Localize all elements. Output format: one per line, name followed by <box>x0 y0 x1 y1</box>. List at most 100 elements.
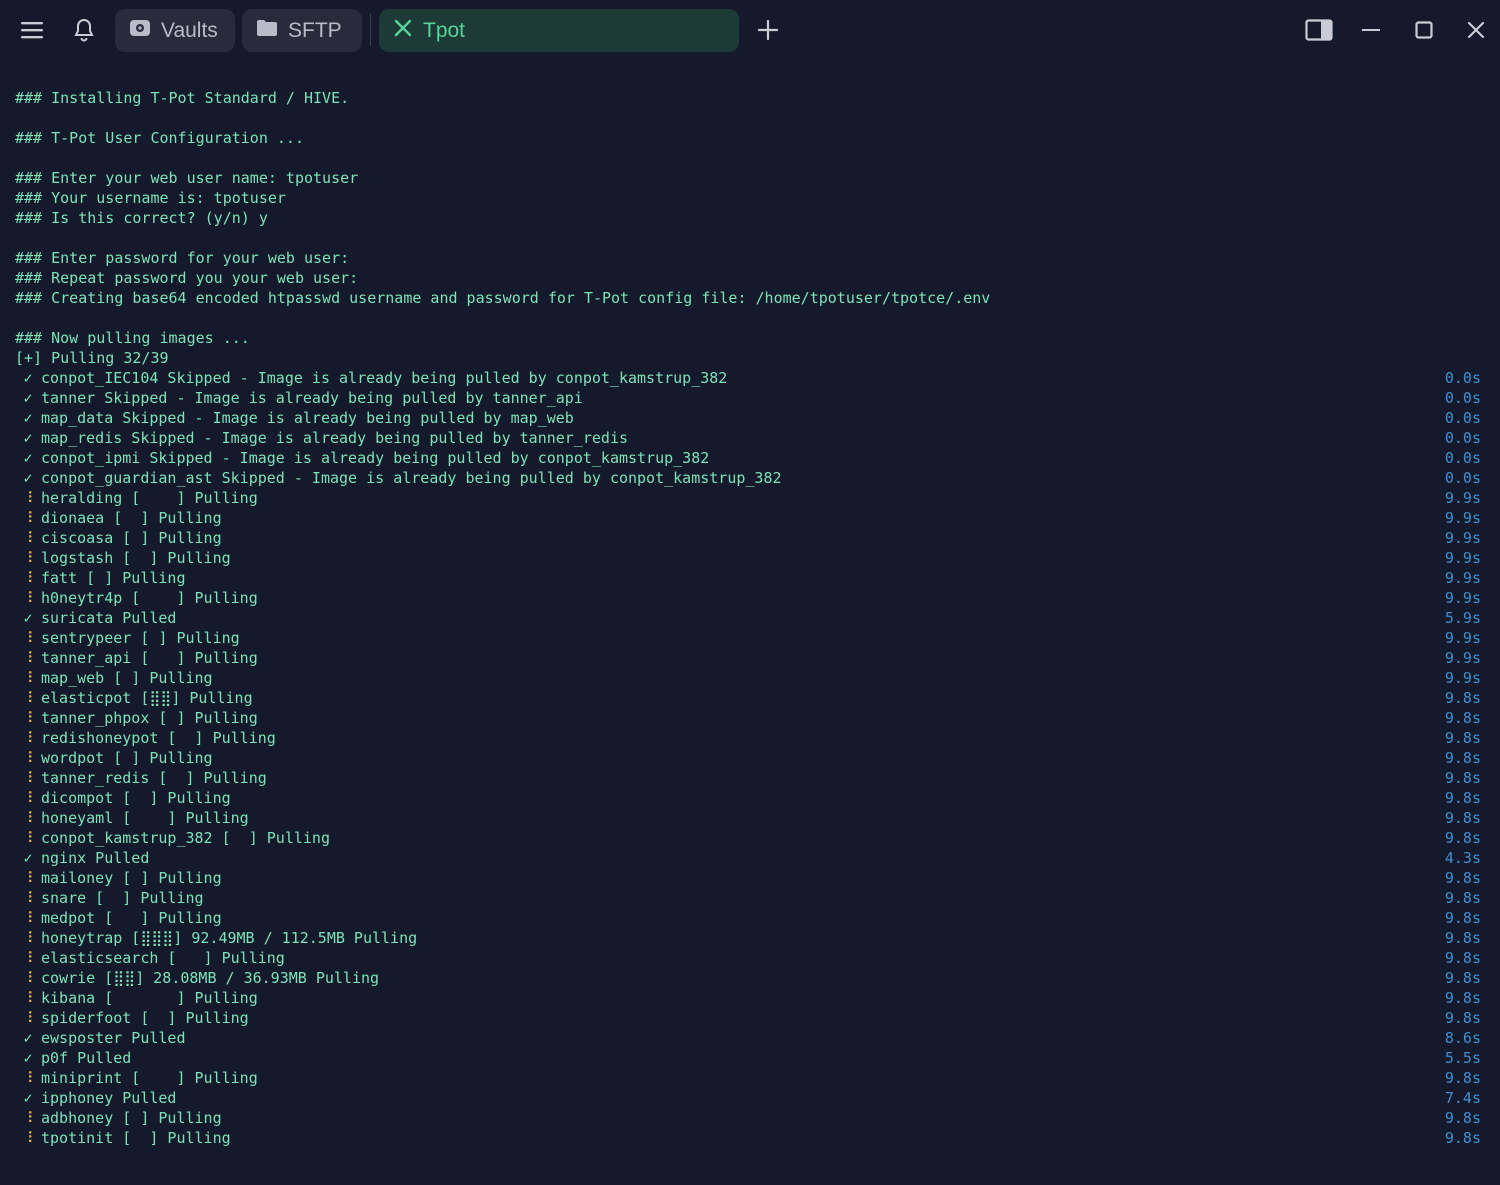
pull-row: ⠸ h0neytr4p [ ] Pulling 9.9s <box>15 588 1482 608</box>
bell-icon[interactable] <box>64 10 104 50</box>
pull-row-time: 5.5s <box>1444 1049 1481 1067</box>
pull-row-time: 9.9s <box>1444 589 1481 607</box>
tab-divider <box>370 14 371 46</box>
pull-row-time: 9.8s <box>1444 1069 1481 1087</box>
pull-row-text: heralding [ ] Pulling <box>41 489 258 507</box>
pull-row: ✓ nginx Pulled 4.3s <box>15 848 1481 868</box>
pull-row: ⠸ mailoney [ ] Pulling 9.8s <box>15 868 1482 888</box>
pull-row-text: ciscoasa [ ] Pulling <box>41 529 222 547</box>
spinner-icon: ⠸ <box>22 1109 34 1127</box>
pull-row-time: 9.8s <box>1444 729 1481 747</box>
pull-row-time: 9.9s <box>1444 509 1481 527</box>
check-icon: ✓ <box>23 389 33 407</box>
spinner-icon: ⠸ <box>22 809 34 827</box>
spinner-icon: ⠸ <box>22 729 34 747</box>
window-close-icon[interactable] <box>1456 10 1496 50</box>
tab-tpot[interactable]: Tpot <box>379 9 739 52</box>
pull-row-time: 9.8s <box>1444 749 1481 767</box>
hamburger-menu-icon[interactable] <box>12 10 52 50</box>
pull-row: ⠸ tpotinit [ ] Pulling 9.8s <box>15 1128 1482 1148</box>
pull-row: ✓ map_redis Skipped - Image is already be… <box>15 428 1481 448</box>
pull-row-text: sentrypeer [ ] Pulling <box>41 629 240 647</box>
pull-row-text: honeytrap [⣿⣿⣿] 92.49MB / 112.5MB Pullin… <box>41 929 418 947</box>
terminal-line: ### Installing T-Pot Standard / HIVE. <box>15 89 350 107</box>
pull-row-time: 9.8s <box>1444 1109 1481 1127</box>
pull-row-text: cowrie [⣿⣿] 28.08MB / 36.93MB Pulling <box>41 969 380 987</box>
pull-row-text: ipphoney Pulled <box>41 1089 177 1107</box>
terminal-line: ### Enter password for your web user: <box>15 249 350 267</box>
check-icon: ✓ <box>23 429 33 447</box>
pull-row-time: 9.8s <box>1444 709 1481 727</box>
tab-sftp[interactable]: SFTP <box>242 9 362 52</box>
maximize-icon[interactable] <box>1404 10 1444 50</box>
minimize-icon[interactable] <box>1351 10 1391 50</box>
check-icon: ✓ <box>23 1049 33 1067</box>
pull-row: ⠸ tanner_redis [ ] Pulling 9.8s <box>15 768 1482 788</box>
spinner-icon: ⠸ <box>22 629 34 647</box>
pull-row-text: conpot_guardian_ast Skipped - Image is a… <box>41 469 782 487</box>
spinner-icon: ⠸ <box>22 529 34 547</box>
pull-row-text: map_web [ ] Pulling <box>41 669 213 687</box>
pull-row-time: 9.8s <box>1444 829 1481 847</box>
pull-row-time: 0.0s <box>1444 429 1481 447</box>
plus-icon[interactable] <box>748 10 788 50</box>
pull-row-text: snare [ ] Pulling <box>41 889 204 907</box>
terminal-line: ### Creating base64 encoded htpasswd use… <box>15 289 991 307</box>
pull-row: ⠸ miniprint [ ] Pulling 9.8s <box>15 1068 1482 1088</box>
pull-row-time: 0.0s <box>1444 369 1481 387</box>
pull-row-time: 9.8s <box>1444 889 1481 907</box>
folder-icon <box>256 18 278 44</box>
terminal-line: ### Repeat password you your web user: <box>15 269 359 287</box>
terminal-line: ### Now pulling images ... <box>15 329 250 347</box>
spinner-icon: ⠸ <box>22 509 34 527</box>
sidebar-toggle-icon[interactable] <box>1299 10 1339 50</box>
pull-row-time: 9.8s <box>1444 929 1481 947</box>
spinner-icon: ⠸ <box>22 569 34 587</box>
pull-row-text: dionaea [ ] Pulling <box>41 509 222 527</box>
pull-row-text: nginx Pulled <box>41 849 150 867</box>
tab-vaults[interactable]: Vaults <box>115 9 235 52</box>
pull-row: ⠸ fatt [ ] Pulling 9.9s <box>15 568 1482 588</box>
pull-row-time: 0.0s <box>1444 389 1481 407</box>
pull-row-text: tpotinit [ ] Pulling <box>41 1129 231 1147</box>
check-icon: ✓ <box>23 1029 33 1047</box>
spinner-icon: ⠸ <box>22 689 34 707</box>
pull-row: ⠸ dicompot [ ] Pulling 9.8s <box>15 788 1482 808</box>
pull-row-time: 9.8s <box>1444 909 1481 927</box>
close-icon[interactable] <box>393 18 413 44</box>
check-icon: ✓ <box>23 1089 33 1107</box>
pull-row-time: 9.8s <box>1444 809 1481 827</box>
pull-row: ✓ ipphoney Pulled 7.4s <box>15 1088 1481 1108</box>
spinner-icon: ⠸ <box>22 829 34 847</box>
pull-row: ✓ conpot_IEC104 Skipped - Image is alread… <box>15 368 1481 388</box>
spinner-icon: ⠸ <box>22 929 34 947</box>
pull-row: ⠸ ciscoasa [ ] Pulling 9.9s <box>15 528 1482 548</box>
spinner-icon: ⠸ <box>22 889 34 907</box>
pull-row-time: 0.0s <box>1444 469 1481 487</box>
pull-row: ⠸ tanner_phpox [ ] Pulling 9.8s <box>15 708 1482 728</box>
terminal-line: ### Your username is: tpotuser <box>15 189 286 207</box>
pull-row: ✓ ewsposter Pulled 8.6s <box>15 1028 1481 1048</box>
pull-row: ✓ conpot_guardian_ast Skipped - Image is … <box>15 468 1481 488</box>
pull-row: ⠸ snare [ ] Pulling 9.8s <box>15 888 1482 908</box>
check-icon: ✓ <box>23 449 33 467</box>
pull-row-text: tanner_redis [ ] Pulling <box>41 769 267 787</box>
spinner-icon: ⠸ <box>22 669 34 687</box>
pull-row-text: fatt [ ] Pulling <box>41 569 186 587</box>
pull-row-text: dicompot [ ] Pulling <box>41 789 231 807</box>
pull-row-time: 9.9s <box>1444 489 1481 507</box>
pull-row: ⠸ heralding [ ] Pulling 9.9s <box>15 488 1482 508</box>
spinner-icon: ⠸ <box>22 589 34 607</box>
terminal-output[interactable]: ### Installing T-Pot Standard / HIVE. ##… <box>0 88 1500 1168</box>
pull-row: ⠸ logstash [ ] Pulling 9.9s <box>15 548 1482 568</box>
pull-row-text: tanner_phpox [ ] Pulling <box>41 709 258 727</box>
pull-row: ⠸ spiderfoot [ ] Pulling 9.8s <box>15 1008 1482 1028</box>
pull-row-text: h0neytr4p [ ] Pulling <box>41 589 258 607</box>
title-bar: Vaults SFTP Tpot <box>0 0 1500 62</box>
spinner-icon: ⠸ <box>22 1009 34 1027</box>
spinner-icon: ⠸ <box>22 1129 34 1147</box>
pull-row-text: tanner Skipped - Image is already being … <box>41 389 583 407</box>
pull-row: ✓ p0f Pulled 5.5s <box>15 1048 1481 1068</box>
pull-row: ⠸ elasticpot [⣿⣿] Pulling 9.8s <box>15 688 1482 708</box>
spinner-icon: ⠸ <box>22 1069 34 1087</box>
